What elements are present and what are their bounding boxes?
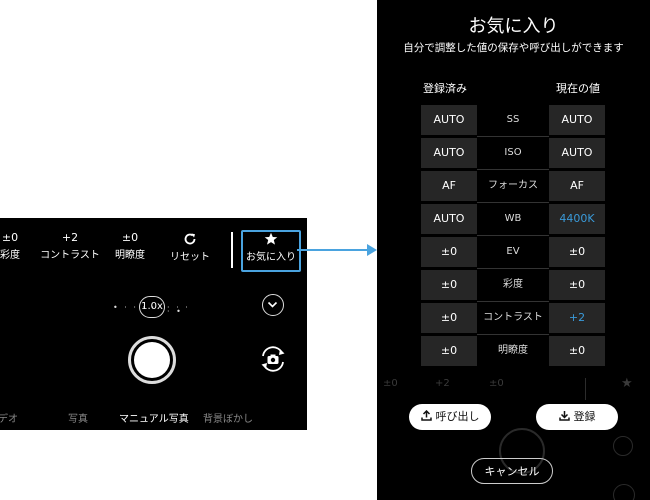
- chevron-down-icon[interactable]: [262, 294, 284, 316]
- row-divider: [477, 202, 549, 203]
- saved-value-cell: ±0: [421, 270, 477, 300]
- mode-photo[interactable]: 写真: [68, 410, 88, 425]
- saved-value-cell: AUTO: [421, 204, 477, 234]
- parameter-label: ISO: [504, 147, 522, 158]
- current-value-cell: 4400K: [549, 204, 605, 234]
- favorites-panel: お気に入り 自分で調整した値の保存や呼び出しができます 登録済み 現在の値 ±0…: [377, 0, 650, 500]
- recall-button[interactable]: 呼び出し: [409, 404, 491, 430]
- reset-button[interactable]: リセット: [168, 232, 212, 264]
- zoom-dots-right: · · · · •: [167, 303, 190, 316]
- current-value-cell: AF: [549, 171, 605, 201]
- ghost-text: ±0: [489, 378, 504, 389]
- shutter-inner: [134, 342, 170, 378]
- ghost-chevron: [613, 436, 633, 456]
- row-divider: [477, 136, 549, 137]
- saved-value-cell: AF: [421, 171, 477, 201]
- parameter-label: フォーカス: [488, 180, 538, 191]
- saved-value-cell: AUTO: [421, 138, 477, 168]
- ghost-flip: [613, 484, 635, 500]
- parameter-label: 明瞭度: [498, 345, 528, 356]
- refresh-icon: [184, 233, 196, 245]
- ghost-text: ±0: [383, 378, 398, 389]
- current-value-cell: AUTO: [549, 105, 605, 135]
- row-divider: [477, 268, 549, 269]
- parameter-label: EV: [506, 246, 520, 257]
- saved-value-cell: AUTO: [421, 105, 477, 135]
- parameter-label: SS: [506, 114, 520, 125]
- parameter-label: 彩度: [503, 279, 523, 290]
- current-value-cell: ±0: [549, 336, 605, 366]
- ghost-star-icon: ★: [621, 376, 633, 391]
- register-button[interactable]: 登録: [536, 404, 618, 430]
- upload-icon: [420, 409, 432, 421]
- parameter-label: WB: [504, 213, 522, 224]
- current-value-cell: ±0: [549, 270, 605, 300]
- current-value-cell: AUTO: [549, 138, 605, 168]
- parameter-label: コントラスト: [483, 312, 543, 323]
- download-icon: [558, 411, 570, 421]
- callout-arrow: [297, 244, 377, 256]
- shutter-button[interactable]: [128, 336, 176, 384]
- switch-camera-icon[interactable]: [258, 344, 288, 374]
- zoom-control[interactable]: • · · · · 1.0x · · · · •: [113, 296, 193, 318]
- ghost-text: +2: [435, 378, 450, 389]
- mode-video[interactable]: デオ: [0, 410, 18, 425]
- current-value-cell: ±0: [549, 237, 605, 267]
- row-divider: [477, 235, 549, 236]
- saved-value-cell: ±0: [421, 303, 477, 333]
- mode-manual-photo[interactable]: マニュアル写真: [119, 410, 189, 425]
- saved-value-cell: ±0: [421, 336, 477, 366]
- row-divider: [477, 169, 549, 170]
- current-value-cell: +2: [549, 303, 605, 333]
- tool-clarity[interactable]: ±0 明瞭度: [108, 232, 152, 262]
- tool-saturation[interactable]: ±0 彩度: [0, 232, 28, 262]
- camera-panel: ±0 彩度 +2 コントラスト ±0 明瞭度 リセット お気に入り • · · …: [0, 218, 307, 430]
- row-divider: [477, 301, 549, 302]
- saved-value-cell: ±0: [421, 237, 477, 267]
- column-current-header: 現在の値: [556, 82, 600, 95]
- zoom-button[interactable]: 1.0x: [139, 296, 165, 318]
- page-title: お気に入り: [468, 16, 559, 37]
- toolbar-divider: [231, 232, 233, 268]
- page-subtitle: 自分で調整した値の保存や呼び出しができます: [403, 42, 624, 54]
- tool-contrast[interactable]: +2 コントラスト: [40, 232, 100, 262]
- row-divider: [477, 334, 549, 335]
- ghost-divider: [585, 378, 586, 400]
- column-saved-header: 登録済み: [423, 82, 467, 95]
- mode-bokeh[interactable]: 背景ぼかし: [203, 410, 253, 425]
- star-icon: [264, 232, 278, 245]
- cancel-button[interactable]: キャンセル: [471, 458, 553, 484]
- favorites-button[interactable]: お気に入り: [241, 232, 301, 264]
